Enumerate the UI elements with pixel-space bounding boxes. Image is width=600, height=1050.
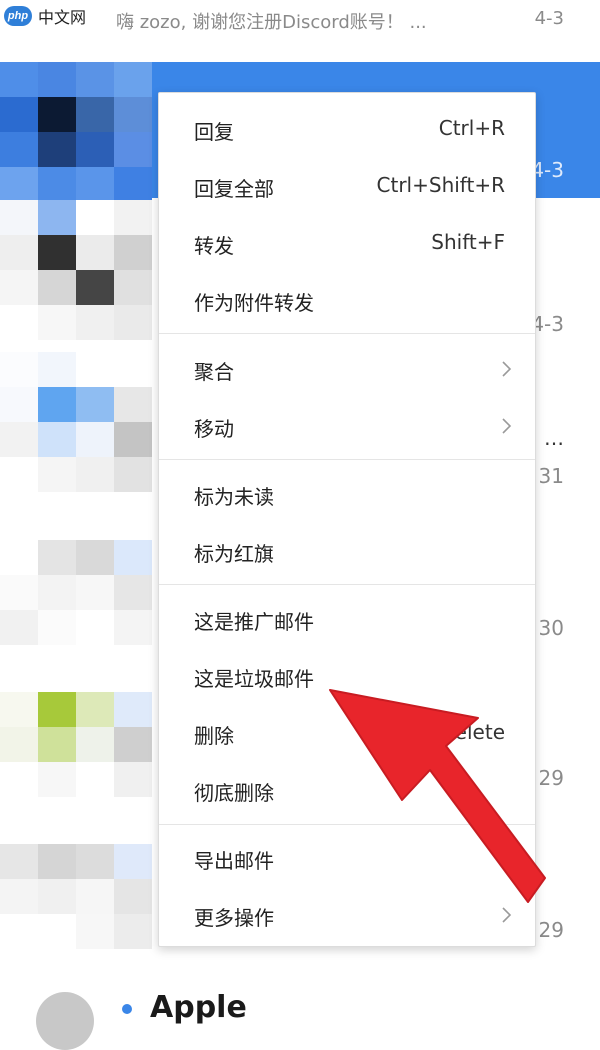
menu-item-shortcut: Shift+F bbox=[431, 230, 505, 254]
mail-list-item[interactable]: 嗨 zozo, 谢谢您注册Discord账号！ ... 4-3 bbox=[0, 0, 600, 40]
redacted-avatar bbox=[0, 692, 152, 832]
menu-item-move[interactable]: 移动 bbox=[159, 404, 535, 448]
menu-item-label: 标为红旗 bbox=[194, 542, 274, 566]
redacted-avatar bbox=[0, 540, 152, 680]
redacted-avatar bbox=[0, 200, 152, 340]
menu-divider bbox=[159, 824, 535, 825]
unread-dot-icon bbox=[122, 1004, 132, 1014]
redacted-avatar bbox=[0, 62, 152, 202]
redacted-avatar bbox=[0, 844, 152, 949]
chevron-right-icon bbox=[502, 907, 512, 923]
menu-item-reply-all[interactable]: 回复全部 Ctrl+Shift+R bbox=[159, 164, 535, 208]
menu-item-label: 这是推广邮件 bbox=[194, 610, 314, 634]
site-watermark: php 中文网 bbox=[4, 4, 86, 28]
menu-item-label: 这是垃圾邮件 bbox=[194, 667, 314, 691]
mail-date: 29 bbox=[538, 918, 564, 942]
menu-item-forward[interactable]: 转发 Shift+F bbox=[159, 221, 535, 265]
menu-item-label: 移动 bbox=[194, 417, 234, 441]
mail-date-ellipsis: … bbox=[544, 426, 564, 450]
menu-item-label: 回复全部 bbox=[194, 177, 274, 201]
avatar bbox=[36, 992, 94, 1050]
menu-item-reply[interactable]: 回复 Ctrl+R bbox=[159, 107, 535, 151]
menu-item-label: 导出邮件 bbox=[194, 849, 274, 873]
menu-item-shortcut: Delete bbox=[439, 720, 505, 744]
menu-divider bbox=[159, 584, 535, 585]
menu-item-shortcut: Ctrl+R bbox=[438, 116, 505, 140]
menu-divider bbox=[159, 333, 535, 334]
menu-item-mark-promotion[interactable]: 这是推广邮件 bbox=[159, 597, 535, 641]
mail-date: 30 bbox=[538, 616, 564, 640]
mail-list-item[interactable]: Apple bbox=[0, 980, 600, 1050]
chevron-right-icon bbox=[502, 418, 512, 434]
menu-item-more-actions[interactable]: 更多操作 bbox=[159, 893, 535, 937]
menu-divider bbox=[159, 459, 535, 460]
mail-date: 29 bbox=[538, 766, 564, 790]
menu-item-label: 聚合 bbox=[194, 360, 234, 384]
menu-item-delete[interactable]: 删除 Delete bbox=[159, 711, 535, 755]
menu-item-forward-as-attachment[interactable]: 作为附件转发 bbox=[159, 278, 535, 322]
menu-item-label: 标为未读 bbox=[194, 485, 274, 509]
mail-date: 4-3 bbox=[531, 312, 564, 336]
menu-item-mark-red-flag[interactable]: 标为红旗 bbox=[159, 529, 535, 573]
menu-item-label: 转发 bbox=[194, 234, 234, 258]
menu-item-shortcut: Ctrl+Shift+R bbox=[376, 173, 505, 197]
php-logo: php bbox=[4, 6, 32, 26]
menu-item-delete-permanently[interactable]: 彻底删除 bbox=[159, 768, 535, 812]
mail-date: 4-3 bbox=[531, 158, 564, 182]
menu-item-label: 更多操作 bbox=[194, 906, 274, 930]
menu-item-mark-spam[interactable]: 这是垃圾邮件 bbox=[159, 654, 535, 698]
menu-item-label: 回复 bbox=[194, 120, 234, 144]
mail-sender: Apple bbox=[150, 990, 247, 1025]
menu-item-export[interactable]: 导出邮件 bbox=[159, 836, 535, 880]
menu-item-aggregate[interactable]: 聚合 bbox=[159, 347, 535, 391]
mail-date: 31 bbox=[538, 464, 564, 488]
mail-date: 4-3 bbox=[534, 8, 564, 29]
menu-item-label: 彻底删除 bbox=[194, 781, 274, 805]
menu-item-mark-unread[interactable]: 标为未读 bbox=[159, 472, 535, 516]
menu-item-label: 删除 bbox=[194, 724, 234, 748]
menu-item-label: 作为附件转发 bbox=[194, 291, 314, 315]
context-menu: 回复 Ctrl+R 回复全部 Ctrl+Shift+R 转发 Shift+F 作… bbox=[158, 92, 536, 947]
watermark-site-name: 中文网 bbox=[38, 8, 87, 27]
chevron-right-icon bbox=[502, 361, 512, 377]
mail-subject-preview: 嗨 zozo, 谢谢您注册Discord账号！ ... bbox=[116, 12, 427, 33]
redacted-avatar bbox=[0, 352, 152, 492]
